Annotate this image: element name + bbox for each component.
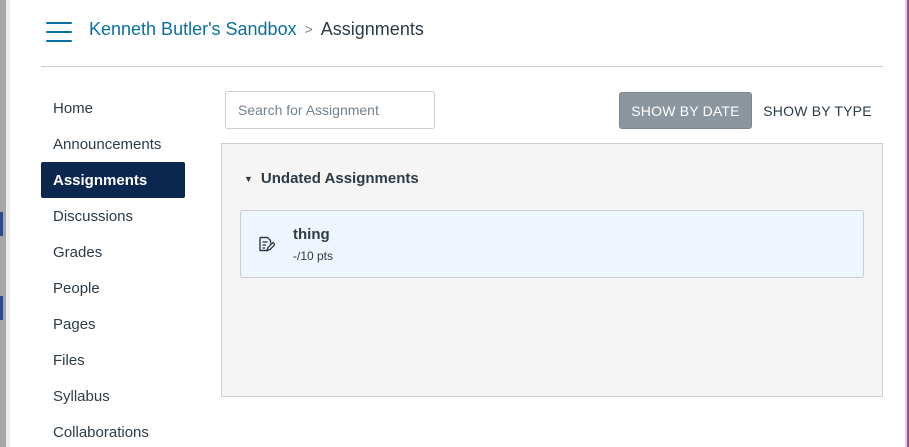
sidebar-item-pages[interactable]: Pages [41,306,185,342]
sidebar-item-assignments[interactable]: Assignments [41,162,185,198]
hamburger-menu-icon[interactable] [46,22,72,42]
page-title: Assignments [320,18,424,39]
assignment-icon [259,236,275,252]
sidebar-item-grades[interactable]: Grades [41,234,185,270]
show-by-date-button[interactable]: SHOW BY DATE [619,92,752,129]
assignment-points: -/10 pts [293,249,334,263]
assignment-group-title: Undated Assignments [260,170,419,187]
sidebar-item-home[interactable]: Home [41,90,185,126]
assignment-row[interactable]: thing -/10 pts [240,210,864,278]
course-navigation: Home Announcements Assignments Discussio… [41,90,185,447]
assignment-group-header[interactable]: ▼ Undated Assignments [244,170,419,187]
header-divider [41,66,883,67]
window-edge-marker [0,296,3,320]
show-by-type-button[interactable]: SHOW BY TYPE [752,92,883,129]
search-input[interactable] [225,91,435,129]
sidebar-item-people[interactable]: People [41,270,185,306]
sidebar-item-syllabus[interactable]: Syllabus [41,378,185,414]
breadcrumb-course-link[interactable]: Kenneth Butler's Sandbox [89,19,297,40]
caret-down-icon[interactable]: ▼ [244,174,253,184]
window-edge-marker [0,212,3,236]
scrollbar-track[interactable] [6,0,10,447]
sidebar-item-collaborations[interactable]: Collaborations [41,414,185,447]
sidebar-item-files[interactable]: Files [41,342,185,378]
sidebar-item-discussions[interactable]: Discussions [41,198,185,234]
assignment-title[interactable]: thing [293,226,330,243]
sidebar-item-announcements[interactable]: Announcements [41,126,185,162]
breadcrumb-separator-icon: > [304,21,313,37]
assignment-group-panel: ▼ Undated Assignments thing -/10 pts [221,143,883,397]
breadcrumb: Kenneth Butler's Sandbox > Assignments [89,17,424,41]
app-window: Kenneth Butler's Sandbox > Assignments H… [0,0,909,447]
